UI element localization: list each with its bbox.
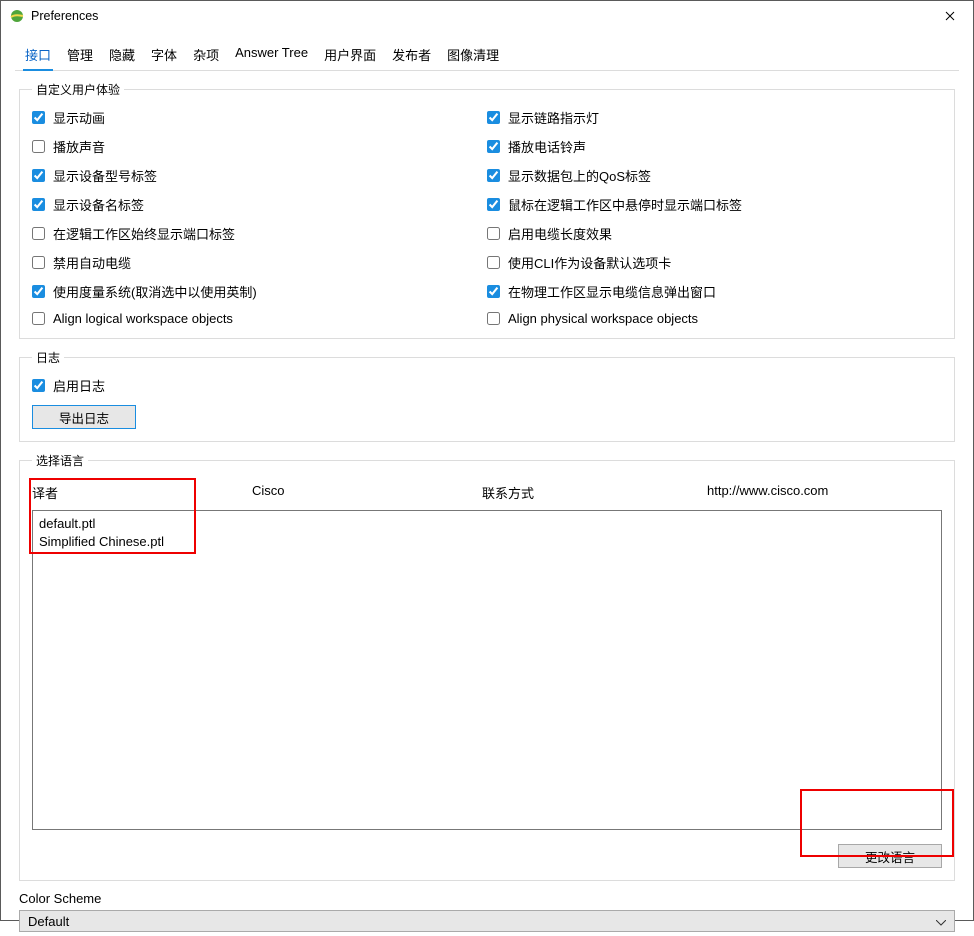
language-info-row: 译者 Cisco 联系方式 http://www.cisco.com <box>32 479 942 510</box>
change-language-button[interactable]: 更改语言 <box>838 844 942 868</box>
enable-log-input[interactable] <box>32 379 45 392</box>
group-customize: 自定义用户体验 显示动画播放声音显示设备型号标签显示设备名标签在逻辑工作区始终显… <box>19 81 955 339</box>
translator-label: 译者 <box>32 483 252 502</box>
group-log: 日志 启用日志 导出日志 <box>19 349 955 442</box>
tab-7[interactable]: 发布者 <box>392 39 431 70</box>
checkbox-input[interactable] <box>32 111 45 124</box>
tab-8[interactable]: 图像清理 <box>447 39 499 70</box>
checkbox-label: 显示设备型号标签 <box>53 166 157 185</box>
checkbox-input[interactable] <box>32 198 45 211</box>
checkbox-input[interactable] <box>487 111 500 124</box>
checkbox-col-left-1[interactable]: 播放声音 <box>32 137 487 156</box>
checkbox-input[interactable] <box>32 140 45 153</box>
checkbox-col-left-2[interactable]: 显示设备型号标签 <box>32 166 487 185</box>
color-scheme-select[interactable]: Default <box>19 910 955 932</box>
color-scheme-value: Default <box>28 914 69 929</box>
checkbox-col-right-7[interactable]: Align physical workspace objects <box>487 311 942 326</box>
checkbox-label: 显示设备名标签 <box>53 195 144 214</box>
color-scheme-label: Color Scheme <box>19 891 955 906</box>
checkbox-label: 使用CLI作为设备默认选项卡 <box>508 253 671 272</box>
checkbox-col-right-1[interactable]: 播放电话铃声 <box>487 137 942 156</box>
checkbox-label: 禁用自动电缆 <box>53 253 131 272</box>
language-item-0[interactable]: default.ptl <box>39 515 941 533</box>
checkbox-col-right-3[interactable]: 鼠标在逻辑工作区中悬停时显示端口标签 <box>487 195 942 214</box>
checkbox-col-right-5[interactable]: 使用CLI作为设备默认选项卡 <box>487 253 942 272</box>
checkbox-input[interactable] <box>32 312 45 325</box>
checkbox-col-left-0[interactable]: 显示动画 <box>32 108 487 127</box>
group-language: 选择语言 译者 Cisco 联系方式 http://www.cisco.com … <box>19 452 955 881</box>
checkbox-label: 在逻辑工作区始终显示端口标签 <box>53 224 235 243</box>
window: Preferences 接口管理隐藏字体杂项 Answer Tree 用户界面发布者… <box>0 0 974 921</box>
tab-6[interactable]: 用户界面 <box>324 39 376 70</box>
checkbox-input[interactable] <box>32 256 45 269</box>
checkbox-col-left-7[interactable]: Align logical workspace objects <box>32 311 487 326</box>
checkbox-label: 在物理工作区显示电缆信息弹出窗口 <box>508 282 716 301</box>
customize-right-column: 显示链路指示灯播放电话铃声显示数据包上的QoS标签鼠标在逻辑工作区中悬停时显示端… <box>487 108 942 326</box>
checkbox-col-right-6[interactable]: 在物理工作区显示电缆信息弹出窗口 <box>487 282 942 301</box>
tabs: 接口管理隐藏字体杂项 Answer Tree 用户界面发布者图像清理 <box>15 37 959 71</box>
checkbox-col-right-0[interactable]: 显示链路指示灯 <box>487 108 942 127</box>
checkbox-col-left-3[interactable]: 显示设备名标签 <box>32 195 487 214</box>
checkbox-col-right-2[interactable]: 显示数据包上的QoS标签 <box>487 166 942 185</box>
tab-0[interactable]: 接口 <box>25 39 51 70</box>
tab-4[interactable]: 杂项 <box>193 39 219 70</box>
group-customize-legend: 自定义用户体验 <box>32 81 124 98</box>
checkbox-input[interactable] <box>487 256 500 269</box>
checkbox-input[interactable] <box>487 140 500 153</box>
tab-1[interactable]: 管理 <box>67 39 93 70</box>
checkbox-label: Align logical workspace objects <box>53 311 233 326</box>
checkbox-label: 显示链路指示灯 <box>508 108 599 127</box>
window-title: Preferences <box>31 9 98 23</box>
checkbox-label: 播放电话铃声 <box>508 137 586 156</box>
checkbox-label: 使用度量系统(取消选中以使用英制) <box>53 282 257 301</box>
tab-3[interactable]: 字体 <box>151 39 177 70</box>
content: 接口管理隐藏字体杂项 Answer Tree 用户界面发布者图像清理 自定义用户体验… <box>1 31 973 936</box>
checkbox-label: 显示数据包上的QoS标签 <box>508 166 651 185</box>
checkbox-col-right-4[interactable]: 启用电缆长度效果 <box>487 224 942 243</box>
translator-vendor: Cisco <box>252 483 482 502</box>
chevron-down-icon <box>936 914 946 929</box>
group-log-legend: 日志 <box>32 349 64 366</box>
customize-left-column: 显示动画播放声音显示设备型号标签显示设备名标签在逻辑工作区始终显示端口标签禁用自… <box>32 108 487 326</box>
tab-2[interactable]: 隐藏 <box>109 39 135 70</box>
checkbox-col-left-5[interactable]: 禁用自动电缆 <box>32 253 487 272</box>
language-item-1[interactable]: Simplified Chinese.ptl <box>39 533 941 551</box>
enable-log-checkbox[interactable]: 启用日志 <box>32 376 942 395</box>
titlebar: Preferences <box>1 1 973 31</box>
group-language-legend: 选择语言 <box>32 452 88 469</box>
export-log-button[interactable]: 导出日志 <box>32 405 136 429</box>
checkbox-input[interactable] <box>32 227 45 240</box>
checkbox-label: 鼠标在逻辑工作区中悬停时显示端口标签 <box>508 195 742 214</box>
checkbox-col-left-4[interactable]: 在逻辑工作区始终显示端口标签 <box>32 224 487 243</box>
app-icon <box>9 8 25 24</box>
checkbox-input[interactable] <box>32 169 45 182</box>
tab-5[interactable]: Answer Tree <box>235 39 308 70</box>
checkbox-col-left-6[interactable]: 使用度量系统(取消选中以使用英制) <box>32 282 487 301</box>
checkbox-input[interactable] <box>487 198 500 211</box>
checkbox-label: Align physical workspace objects <box>508 311 698 326</box>
checkbox-input[interactable] <box>487 169 500 182</box>
checkbox-input[interactable] <box>32 285 45 298</box>
contact-value: http://www.cisco.com <box>707 483 942 502</box>
enable-log-label: 启用日志 <box>53 376 105 395</box>
checkbox-label: 显示动画 <box>53 108 105 127</box>
close-button[interactable] <box>927 1 973 31</box>
checkbox-input[interactable] <box>487 285 500 298</box>
checkbox-label: 启用电缆长度效果 <box>508 224 612 243</box>
checkbox-input[interactable] <box>487 312 500 325</box>
checkbox-input[interactable] <box>487 227 500 240</box>
checkbox-label: 播放声音 <box>53 137 105 156</box>
contact-label: 联系方式 <box>482 483 707 502</box>
language-list[interactable]: default.ptlSimplified Chinese.ptl <box>32 510 942 830</box>
